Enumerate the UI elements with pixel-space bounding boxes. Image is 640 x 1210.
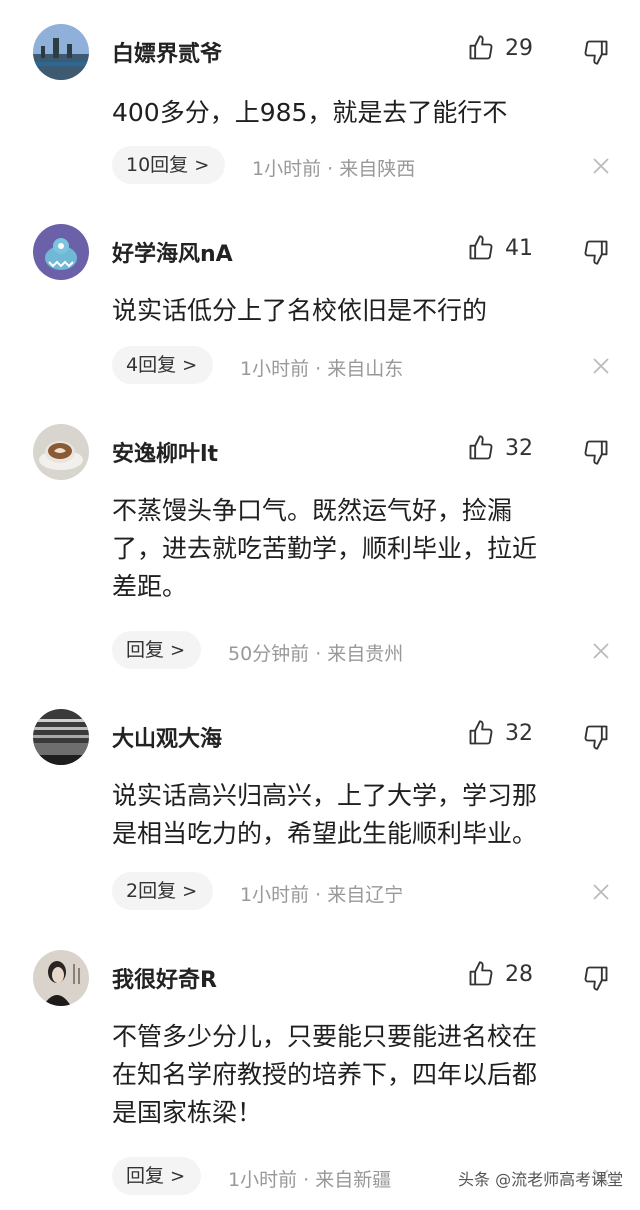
thumbs-up-icon[interactable] [467, 719, 495, 747]
close-icon[interactable] [592, 883, 610, 901]
close-icon[interactable] [592, 357, 610, 375]
close-icon[interactable] [592, 642, 610, 660]
reply-label: 2回复 [126, 880, 177, 902]
comment-text: 不管多少分儿，只要能只要能进名校在 在知名学府教授的培养下，四年以后都 是国家栋… [112, 1022, 538, 1127]
like-count: 32 [505, 436, 533, 461]
reply-label: 回复 [126, 1165, 165, 1187]
comment-text: 说实话低分上了名校依旧是不行的 [112, 296, 488, 325]
chevron-right-icon: > [170, 1166, 186, 1187]
reply-label: 10回复 [126, 154, 189, 176]
thumbs-down-icon[interactable] [582, 964, 610, 992]
avatar[interactable] [33, 950, 89, 1006]
thumbs-up-icon[interactable] [467, 434, 495, 462]
avatar[interactable] [33, 709, 89, 765]
comment-meta: 1小时前 · 来自山东 [240, 358, 404, 380]
reply-button[interactable]: 2回复 > [112, 872, 214, 910]
chevron-right-icon: > [182, 355, 198, 376]
like-count: 28 [505, 962, 533, 987]
username[interactable]: 好学海风nA [112, 236, 233, 268]
thumbs-down-icon[interactable] [582, 438, 610, 466]
reply-button[interactable]: 回复 > [112, 1157, 202, 1195]
comment-meta: 1小时前 · 来自辽宁 [240, 884, 404, 906]
comment-text: 说实话高兴归高兴，上了大学，学习那 是相当吃力的，希望此生能顺利毕业。 [112, 781, 538, 848]
username[interactable]: 白嫖界贰爷 [112, 36, 222, 68]
username[interactable]: 大山观大海 [112, 721, 222, 753]
reply-label: 4回复 [126, 354, 177, 376]
chevron-right-icon: > [170, 640, 186, 661]
username[interactable]: 安逸柳叶lt [112, 436, 218, 468]
like-count: 32 [505, 721, 533, 746]
reply-button[interactable]: 回复 > [112, 631, 202, 669]
comment-meta: 1小时前 · 来自陕西 [252, 158, 416, 180]
close-icon[interactable] [592, 157, 610, 175]
avatar[interactable] [33, 424, 89, 480]
comment-text: 不蒸馒头争口气。既然运气好，捡漏 了，进去就吃苦勤学，顺利毕业，拉近 差距。 [112, 496, 538, 601]
reply-button[interactable]: 4回复 > [112, 346, 214, 384]
chevron-right-icon: > [194, 155, 210, 176]
avatar[interactable] [33, 24, 89, 80]
comment-text: 400多分，上985，就是去了能行不 [112, 98, 508, 127]
like-count: 41 [505, 236, 533, 261]
thumbs-down-icon[interactable] [582, 38, 610, 66]
thumbs-down-icon[interactable] [582, 238, 610, 266]
thumbs-up-icon[interactable] [467, 34, 495, 62]
avatar[interactable] [33, 224, 89, 280]
comment-meta: 50分钟前 · 来自贵州 [228, 643, 404, 665]
like-count: 29 [505, 36, 533, 61]
username[interactable]: 我很好奇R [112, 962, 217, 994]
chevron-right-icon: > [182, 881, 198, 902]
thumbs-up-icon[interactable] [467, 234, 495, 262]
reply-button[interactable]: 10回复 > [112, 146, 226, 184]
thumbs-up-icon[interactable] [467, 960, 495, 988]
comment-meta: 1小时前 · 来自新疆 [228, 1169, 392, 1191]
watermark: 头条 @流老师高考课堂 [458, 1170, 624, 1189]
thumbs-down-icon[interactable] [582, 723, 610, 751]
reply-label: 回复 [126, 639, 165, 661]
